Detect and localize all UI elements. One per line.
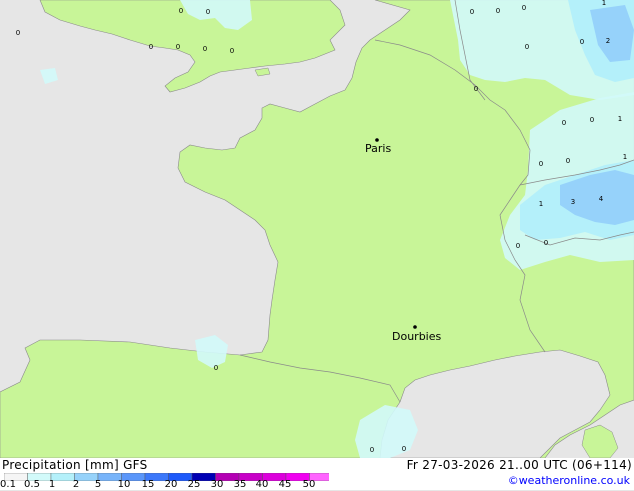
precip-value: 0 [474, 85, 478, 93]
precip-value: 0 [230, 47, 234, 55]
precip-value: 0 [470, 8, 474, 16]
scale-ticks: 0.1 0.5 1 2 5 10 15 20 25 30 35 40 45 50 [0, 479, 340, 491]
precip-value: 0 [149, 43, 153, 51]
precip-value: 1 [539, 200, 543, 208]
scale-tick-label: 0.5 [24, 479, 40, 490]
precip-value: 0 [214, 364, 218, 372]
precip-value: 0 [580, 38, 584, 46]
scale-tick-label: 35 [233, 479, 247, 490]
precip-value: 1 [602, 0, 606, 7]
scale-tick-label: 25 [187, 479, 201, 490]
precip-value: 0 [522, 4, 526, 12]
scale-tick-label: 50 [302, 479, 316, 490]
city-label-paris: Paris [365, 142, 391, 155]
precip-value: 0 [206, 8, 210, 16]
precip-value: 0 [496, 7, 500, 15]
scale-tick-label: 0.1 [0, 479, 16, 490]
precip-value: 0 [203, 45, 207, 53]
scale-tick-label: 5 [94, 479, 102, 490]
scale-tick-label: 2 [72, 479, 80, 490]
precip-value: 2 [606, 37, 610, 45]
scale-tick-label: 10 [117, 479, 131, 490]
precipitation-map: 0 0 0 0 0 0 0 0 0 0 0 1 2 1 0 0 0 0 0 1 … [0, 0, 634, 458]
precip-value: 0 [370, 446, 374, 454]
scale-tick-label: 40 [255, 479, 269, 490]
credit-link[interactable]: ©weatheronline.co.uk [508, 474, 630, 487]
legend-title: Precipitation [mm] GFS [2, 458, 148, 472]
precip-value: 0 [516, 242, 520, 250]
scale-tick-label: 1 [48, 479, 56, 490]
city-label-dourbies: Dourbies [392, 330, 442, 343]
scale-tick-label: 45 [278, 479, 292, 490]
precip-value: 0 [566, 157, 570, 165]
precip-value: 4 [599, 195, 604, 203]
scale-tick-label: 30 [210, 479, 224, 490]
precip-value: 1 [623, 153, 627, 161]
precip-value: 0 [176, 43, 180, 51]
precip-value: 1 [618, 115, 622, 123]
precip-value: 0 [402, 445, 406, 453]
precip-value: 0 [16, 29, 20, 37]
precip-value: 0 [544, 239, 548, 247]
scale-tick-label: 20 [164, 479, 178, 490]
precip-value: 0 [539, 160, 543, 168]
precip-value: 0 [179, 7, 183, 15]
city-marker-dourbies [413, 325, 417, 329]
scale-tick-label: 15 [141, 479, 155, 490]
precip-value: 3 [571, 198, 575, 206]
precip-value: 0 [562, 119, 566, 127]
precip-value: 0 [525, 43, 529, 51]
precip-value: 0 [590, 116, 594, 124]
run-info: Fr 27-03-2026 21..00 UTC (06+114) [406, 458, 632, 472]
